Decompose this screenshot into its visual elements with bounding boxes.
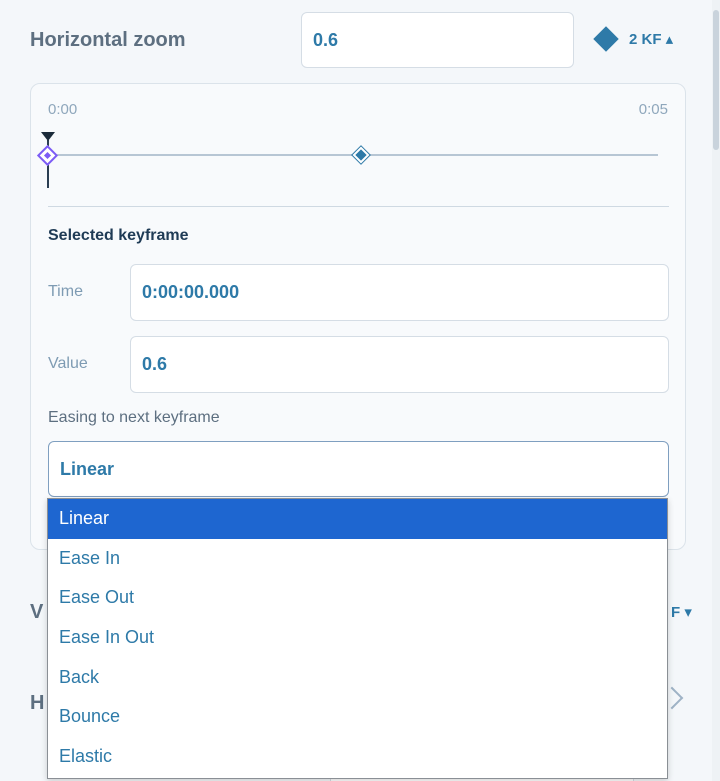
keyframe-diamond-icon	[593, 26, 619, 52]
divider	[48, 206, 669, 207]
value-input[interactable]: 0.6	[130, 336, 669, 393]
keyframe-toggle[interactable]: 2 KF ▴	[593, 26, 674, 52]
keyframe-count: 2 KF ▴	[629, 31, 674, 48]
easing-option-ease-out[interactable]: Ease Out	[48, 578, 667, 618]
playhead-handle-icon[interactable]	[41, 132, 55, 141]
easing-dropdown-list[interactable]: Linear Ease In Ease Out Ease In Out Back…	[47, 498, 668, 779]
property-label: Horizontal zoom	[30, 29, 186, 51]
easing-option-linear[interactable]: Linear	[48, 499, 667, 539]
value-label: Value	[48, 355, 88, 372]
easing-option-back[interactable]: Back	[48, 657, 667, 697]
time-label: Time	[48, 283, 83, 300]
easing-option-elastic[interactable]: Elastic	[48, 737, 667, 777]
scrollbar-track[interactable]	[712, 0, 720, 781]
timeline-start-time: 0:00	[48, 101, 78, 118]
keyframe-marker-selected[interactable]	[36, 144, 59, 167]
hidden-keyframe-toggle[interactable]: F ▾	[671, 603, 692, 621]
keyframe-panel: 0:00 0:05 Selected keyframe Time 0:00:00…	[30, 83, 686, 550]
easing-label: Easing to next keyframe	[48, 409, 220, 426]
easing-option-ease-in-out[interactable]: Ease In Out	[48, 618, 667, 658]
scrollbar-thumb[interactable]	[713, 10, 719, 150]
property-value-input[interactable]: 0.6	[301, 12, 574, 68]
easing-select[interactable]: Linear	[48, 441, 669, 497]
easing-option-bounce[interactable]: Bounce	[48, 697, 667, 737]
keyframe-marker[interactable]	[352, 146, 370, 164]
hidden-property-label: V	[30, 601, 44, 623]
hidden-property-label-2: H	[30, 692, 45, 714]
easing-option-ease-in[interactable]: Ease In	[48, 539, 667, 579]
selected-keyframe-title: Selected keyframe	[48, 227, 189, 244]
time-input[interactable]: 0:00:00.000	[130, 264, 669, 321]
timeline-end-time: 0:05	[638, 101, 668, 118]
